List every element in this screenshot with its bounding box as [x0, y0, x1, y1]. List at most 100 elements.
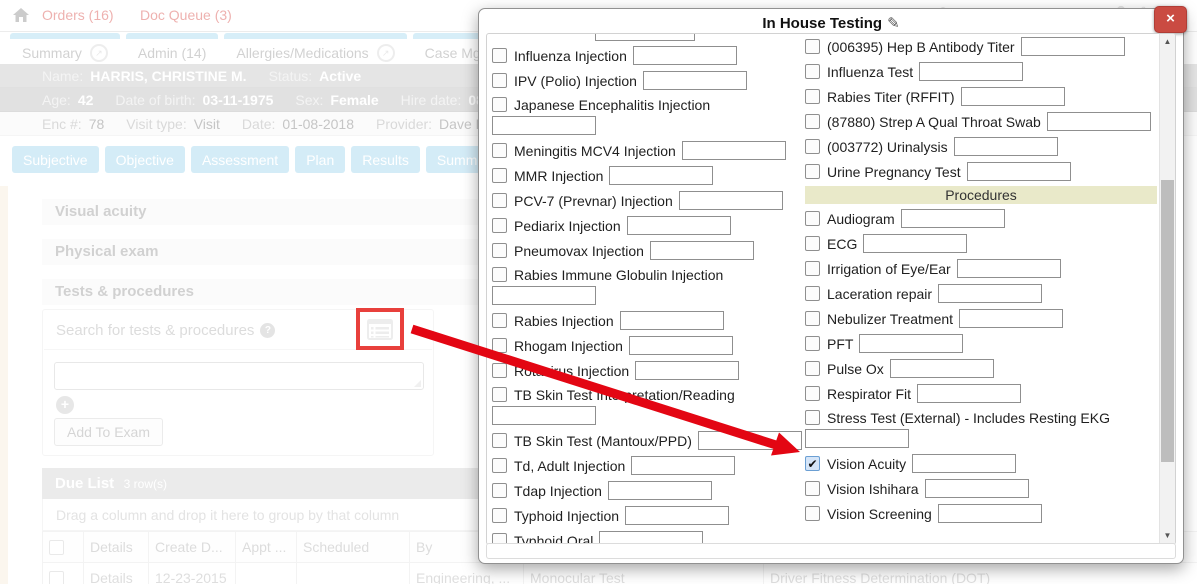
checkbox-rhogam-injection[interactable]: [492, 338, 507, 353]
test-item-label: Nebulizer Treatment: [827, 311, 953, 327]
test-item-label: Rabies Injection: [514, 313, 614, 329]
result-input[interactable]: [635, 361, 739, 380]
test-item-label: Rabies Titer (RFFIT): [827, 89, 955, 105]
test-item-stress-test-external-includes-resting-ekg: Stress Test (External) - Includes Restin…: [805, 406, 1157, 451]
result-input[interactable]: [919, 62, 1023, 81]
test-item-pneumovax-injection: Pneumovax Injection: [492, 238, 797, 263]
test-item-vision-acuity: ✔Vision Acuity: [805, 451, 1157, 476]
checkbox-rabies-immune-globulin-injection[interactable]: [492, 267, 507, 282]
checkbox-nebulizer-treatment[interactable]: [805, 311, 820, 326]
result-input[interactable]: [961, 87, 1065, 106]
checkbox-tb-skin-test-interpretation-reading[interactable]: [492, 387, 507, 402]
result-input[interactable]: [938, 284, 1042, 303]
test-item-label: Vision Screening: [827, 506, 932, 522]
checkbox-urine-pregnancy-test[interactable]: [805, 164, 820, 179]
modal-scroll-area: Influenza Injection IPV (Polio) Injection…: [486, 33, 1176, 545]
result-input[interactable]: [492, 406, 596, 425]
checkbox-006395-hep-b-antibody-titer[interactable]: [805, 39, 820, 54]
test-item-label: (006395) Hep B Antibody Titer: [827, 39, 1015, 55]
checkbox-rotavirus-injection[interactable]: [492, 363, 507, 378]
checkbox-ecg[interactable]: [805, 236, 820, 251]
checkbox-pcv-7-prevnar-injection[interactable]: [492, 193, 507, 208]
checkbox-influenza-injection[interactable]: [492, 48, 507, 63]
checkbox-87880-strep-a-qual-throat-swab[interactable]: [805, 114, 820, 129]
result-input[interactable]: [627, 216, 731, 235]
checkbox-laceration-repair[interactable]: [805, 286, 820, 301]
result-input[interactable]: [492, 116, 596, 135]
result-input[interactable]: [890, 359, 994, 378]
checkbox-respirator-fit[interactable]: [805, 386, 820, 401]
checkbox-ipv-polio-injection[interactable]: [492, 73, 507, 88]
checkbox-audiogram[interactable]: [805, 211, 820, 226]
checkbox-rabies-injection[interactable]: [492, 313, 507, 328]
checkbox-vision-ishihara[interactable]: [805, 481, 820, 496]
result-input[interactable]: [863, 234, 967, 253]
test-item-003772-urinalysis: (003772) Urinalysis: [805, 134, 1157, 159]
test-item-tdap-injection: Tdap Injection: [492, 478, 797, 503]
result-input[interactable]: [625, 506, 729, 525]
result-input[interactable]: [938, 504, 1042, 523]
test-item-ipv-polio-injection: IPV (Polio) Injection: [492, 68, 797, 93]
checkbox-rabies-titer-rffit[interactable]: [805, 89, 820, 104]
checkbox-pneumovax-injection[interactable]: [492, 243, 507, 258]
checkbox-pulse-ox[interactable]: [805, 361, 820, 376]
result-input[interactable]: [679, 191, 783, 210]
result-input[interactable]: [925, 479, 1029, 498]
checkbox-pediarix-injection[interactable]: [492, 218, 507, 233]
test-item-tb-skin-test-interpretation-reading: TB Skin Test Interpretation/Reading: [492, 383, 797, 428]
result-input[interactable]: [650, 241, 754, 260]
scroll-up-arrow[interactable]: ▲: [1160, 34, 1175, 50]
result-input[interactable]: [805, 429, 909, 448]
checkbox-tdap-injection[interactable]: [492, 483, 507, 498]
result-input[interactable]: [682, 141, 786, 160]
result-input[interactable]: [643, 71, 747, 90]
test-item-irrigation-of-eye-ear: Irrigation of Eye/Ear: [805, 256, 1157, 281]
checkbox-pft[interactable]: [805, 336, 820, 351]
checkbox-irrigation-of-eye-ear[interactable]: [805, 261, 820, 276]
scroll-down-arrow[interactable]: ▼: [1160, 528, 1175, 544]
checkbox-typhoid-injection[interactable]: [492, 508, 507, 523]
test-item-label: Rotavirus Injection: [514, 363, 629, 379]
result-input[interactable]: [859, 334, 963, 353]
checkbox-influenza-test[interactable]: [805, 64, 820, 79]
app-viewport: Orders (16) Doc Queue (3) David, Dave - …: [0, 0, 1197, 584]
result-input[interactable]: [954, 137, 1058, 156]
checkbox-japanese-encephalitis-injection[interactable]: [492, 97, 507, 112]
result-input[interactable]: [1021, 37, 1125, 56]
result-input[interactable]: [620, 311, 724, 330]
test-item-label: Rhogam Injection: [514, 338, 623, 354]
checkbox-vision-acuity[interactable]: ✔: [805, 456, 820, 471]
checkbox-vision-screening[interactable]: [805, 506, 820, 521]
checkbox-tb-skin-test-mantoux-ppd[interactable]: [492, 433, 507, 448]
result-input[interactable]: [608, 481, 712, 500]
result-input[interactable]: [629, 336, 733, 355]
edit-title-pencil-icon[interactable]: ✎: [887, 15, 900, 32]
test-item-label: PFT: [827, 336, 853, 352]
test-item-rabies-immune-globulin-injection: Rabies Immune Globulin Injection: [492, 263, 797, 308]
result-input[interactable]: [917, 384, 1021, 403]
red-highlight-box: [356, 308, 404, 350]
test-item-nebulizer-treatment: Nebulizer Treatment: [805, 306, 1157, 331]
result-input[interactable]: [957, 259, 1061, 278]
result-input[interactable]: [959, 309, 1063, 328]
result-input[interactable]: [633, 46, 737, 65]
test-item-label: Meningitis MCV4 Injection: [514, 143, 676, 159]
result-input[interactable]: [492, 286, 596, 305]
checkbox-td-adult-injection[interactable]: [492, 458, 507, 473]
modal-close-button[interactable]: ×: [1154, 6, 1187, 33]
result-input[interactable]: [901, 209, 1005, 228]
test-item-influenza-test: Influenza Test: [805, 59, 1157, 84]
result-input[interactable]: [1047, 112, 1151, 131]
checkbox-stress-test-external-includes-resting-ekg[interactable]: [805, 410, 820, 425]
result-input[interactable]: [912, 454, 1016, 473]
result-input[interactable]: [631, 456, 735, 475]
scrollbar-thumb[interactable]: [1161, 180, 1174, 462]
checkbox-003772-urinalysis[interactable]: [805, 139, 820, 154]
checkbox-mmr-injection[interactable]: [492, 168, 507, 183]
checkbox-meningitis-mcv4-injection[interactable]: [492, 143, 507, 158]
test-item-label: Influenza Injection: [514, 48, 627, 64]
scrollbar[interactable]: ▲ ▼: [1159, 34, 1175, 544]
result-input[interactable]: [967, 162, 1071, 181]
result-input[interactable]: [698, 431, 802, 450]
result-input[interactable]: [609, 166, 713, 185]
